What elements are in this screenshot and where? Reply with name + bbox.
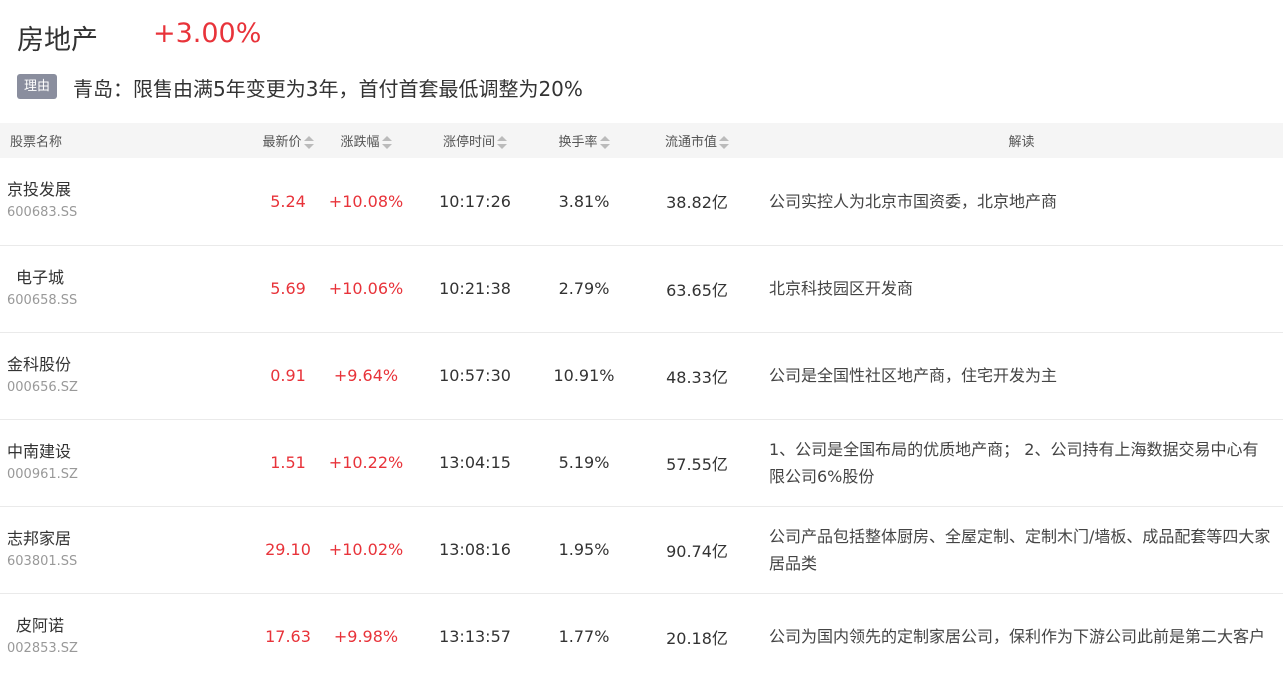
header-price[interactable]: 最新价 xyxy=(200,123,316,158)
sort-icon[interactable] xyxy=(303,135,314,150)
table-row[interactable]: 京投发展 600683.SS 5.24 +10.08% 10:17:26 3.8… xyxy=(0,158,1283,245)
price-cell: 29.10 xyxy=(265,540,311,559)
change-cell: +10.06% xyxy=(328,279,404,298)
market-cap-cell: 48.33亿 xyxy=(666,367,728,387)
change-cell: +9.98% xyxy=(333,627,399,647)
market-cap-cell: 20.18亿 xyxy=(666,628,728,648)
table-row[interactable]: 志邦家居 603801.SS 29.10 +10.02% 13:08:16 1.… xyxy=(0,506,1283,593)
turnover-cell: 5.19% xyxy=(558,453,610,472)
table-header: 股票名称 最新价 涨跌幅 涨停时间 换手率 流通市值 解读 xyxy=(0,123,1283,158)
change-cell: +10.08% xyxy=(328,191,404,211)
table-row[interactable]: 金科股份 000656.SZ 0.91 +9.64% 10:57:30 10.9… xyxy=(0,332,1283,419)
sort-icon[interactable] xyxy=(497,135,507,150)
limit-time-cell: 13:04:15 xyxy=(439,453,511,472)
header-stock-name: 股票名称 xyxy=(10,135,63,150)
stock-code: 000656.SZ xyxy=(7,379,78,395)
stock-name[interactable]: 京投发展 xyxy=(7,178,200,202)
stock-cell[interactable]: 金科股份 000656.SZ xyxy=(0,332,200,419)
change-cell: +10.02% xyxy=(328,540,404,559)
stock-name[interactable]: 电子城 xyxy=(7,266,200,290)
reading-cell: 1、公司是全国布局的优质地产商； 2、公司持有上海数据交易中心有限公司6%股份 xyxy=(769,439,1259,486)
market-cap-cell: 63.65亿 xyxy=(666,280,728,300)
sort-icon[interactable] xyxy=(599,135,610,150)
stock-code: 600683.SS xyxy=(7,205,78,221)
stock-name[interactable]: 皮阿诺 xyxy=(7,614,200,638)
market-cap-cell: 90.74亿 xyxy=(666,541,728,561)
stock-cell[interactable]: 中南建设 000961.SZ xyxy=(0,419,200,506)
table-row[interactable]: 中南建设 000961.SZ 1.51 +10.22% 13:04:15 5.1… xyxy=(0,419,1283,506)
sector-name: 房地产 xyxy=(17,25,98,56)
sort-icon[interactable] xyxy=(719,135,729,150)
reason-badge: 理由 xyxy=(17,74,57,99)
limit-time-cell: 10:57:30 xyxy=(439,366,511,385)
sector-change: +3.00% xyxy=(153,18,262,49)
turnover-cell: 2.79% xyxy=(558,279,610,298)
stock-name[interactable]: 志邦家居 xyxy=(7,527,200,551)
header-market-cap[interactable]: 流通市值 xyxy=(634,123,760,158)
market-cap-cell: 38.82亿 xyxy=(666,193,728,213)
stock-code: 603801.SS xyxy=(7,553,78,569)
reading-cell: 公司产品包括整体厨房、全屋定制、定制木门/墙板、成品配套等四大家居品类 xyxy=(769,526,1271,573)
limit-time-cell: 13:13:57 xyxy=(439,627,511,647)
market-cap-cell: 57.55亿 xyxy=(666,454,728,474)
header-turnover[interactable]: 换手率 xyxy=(534,123,634,158)
stock-cell[interactable]: 志邦家居 603801.SS xyxy=(0,506,200,593)
price-cell: 0.91 xyxy=(270,366,306,385)
stock-cell[interactable]: 电子城 600658.SS xyxy=(0,245,200,332)
reading-cell: 公司是全国性社区地产商，住宅开发为主 xyxy=(769,366,1058,385)
change-cell: +9.64% xyxy=(333,366,399,385)
limit-time-cell: 10:17:26 xyxy=(439,191,511,211)
table-row[interactable]: 皮阿诺 002853.SZ 17.63 +9.98% 13:13:57 1.77… xyxy=(0,593,1283,678)
reading-cell: 公司为国内领先的定制家居公司，保利作为下游公司此前是第二大客户 xyxy=(769,627,1266,647)
reading-cell: 公司实控人为北京市国资委，北京地产商 xyxy=(769,191,1058,211)
price-cell: 17.63 xyxy=(265,627,311,647)
limit-time-cell: 10:21:38 xyxy=(439,279,511,298)
header-reading: 解读 xyxy=(1008,135,1035,150)
change-cell: +10.22% xyxy=(328,453,404,472)
table-body: 京投发展 600683.SS 5.24 +10.08% 10:17:26 3.8… xyxy=(0,158,1283,678)
reading-cell: 北京科技园区开发商 xyxy=(769,279,914,298)
stock-cell[interactable]: 皮阿诺 002853.SZ xyxy=(0,593,200,678)
reason-line: 理由 青岛：限售由满5年变更为3年，首付首套最低调整为20% xyxy=(0,70,1283,123)
turnover-cell: 3.81% xyxy=(558,191,610,211)
stock-table: 股票名称 最新价 涨跌幅 涨停时间 换手率 流通市值 解读 京投发展 60068… xyxy=(0,123,1283,678)
price-cell: 1.51 xyxy=(270,453,306,472)
reason-text: 青岛：限售由满5年变更为3年，首付首套最低调整为20% xyxy=(73,77,583,101)
stock-code: 000961.SZ xyxy=(7,466,78,482)
limit-time-cell: 13:08:16 xyxy=(439,540,511,559)
price-cell: 5.24 xyxy=(270,191,306,211)
stock-name[interactable]: 金科股份 xyxy=(7,353,200,377)
stock-code: 600658.SS xyxy=(7,292,78,308)
turnover-cell: 1.95% xyxy=(558,540,610,559)
turnover-cell: 1.77% xyxy=(558,627,610,647)
sort-icon[interactable] xyxy=(381,135,392,150)
stock-name[interactable]: 中南建设 xyxy=(7,440,200,464)
header-change[interactable]: 涨跌幅 xyxy=(316,123,416,158)
table-row[interactable]: 电子城 600658.SS 5.69 +10.06% 10:21:38 2.79… xyxy=(0,245,1283,332)
header-limit-time[interactable]: 涨停时间 xyxy=(416,123,534,158)
stock-code: 002853.SZ xyxy=(7,640,78,656)
turnover-cell: 10.91% xyxy=(553,366,615,385)
stock-cell[interactable]: 京投发展 600683.SS xyxy=(0,158,200,245)
price-cell: 5.69 xyxy=(270,279,306,298)
sector-header: 房地产 +3.00% xyxy=(0,0,1283,70)
